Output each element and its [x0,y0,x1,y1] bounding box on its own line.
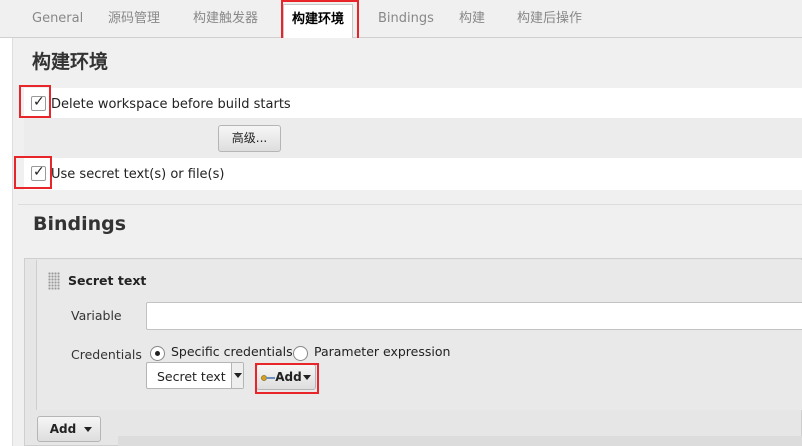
tab-post-build-actions[interactable]: 构建后操作 [517,0,582,38]
credential-select[interactable]: Secret text [146,362,244,389]
add-binding-button[interactable]: Add [37,416,101,442]
use-secret-checkbox[interactable]: ✓ [31,164,46,181]
radio-parameter-expression[interactable] [293,346,308,361]
caret-down-icon [84,427,92,432]
tab-general[interactable]: General [32,0,83,38]
tab-build-triggers[interactable]: 构建触发器 [193,0,258,38]
add-credential-button[interactable]: Add [256,364,316,390]
radio-specific-credentials[interactable] [150,346,165,361]
credentials-label: Credentials [71,347,142,362]
delete-workspace-checkbox[interactable]: ✓ [31,94,46,111]
tab-bindings[interactable]: Bindings [378,0,434,38]
section-title-bindings: Bindings [33,213,127,235]
radio-specific-credentials-label: Specific credentials [171,344,293,359]
radio-parameter-expression-label: Parameter expression [314,344,451,359]
credential-select-value: Secret text [157,369,226,384]
tab-source-management[interactable]: 源码管理 [108,0,160,38]
add-binding-label: Add [49,422,77,436]
advanced-row [24,118,802,158]
tab-build-environment[interactable]: 构建环境 [283,4,354,39]
delete-workspace-label: Delete workspace before build starts [51,97,291,112]
binding-card-title: Secret text [68,273,147,288]
radio-selected-dot [155,351,160,356]
chevron-down-icon [231,363,243,388]
tab-build[interactable]: 构建 [459,0,485,38]
variable-label: Variable [71,308,122,323]
drag-handle-icon[interactable] [48,272,60,290]
horizontal-scrollbar[interactable] [118,436,802,446]
use-secret-label: Use secret text(s) or file(s) [51,167,225,182]
key-icon [261,374,276,381]
variable-input[interactable] [146,302,802,330]
tab-bar: General 源码管理 构建触发器 构建环境 Bindings 构建 构建后操… [0,0,802,39]
check-icon: ✓ [33,164,45,180]
add-credential-label: Add [275,370,302,384]
check-icon: ✓ [33,94,45,110]
caret-down-icon [302,375,311,380]
advanced-button[interactable]: 高级... [218,125,281,152]
section-title-build-environment: 构建环境 [32,51,109,73]
section-divider [18,204,802,205]
